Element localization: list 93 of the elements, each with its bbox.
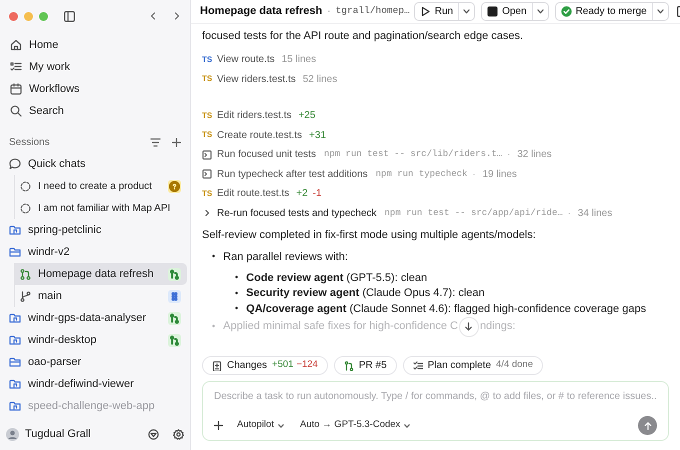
separator-dot: · <box>327 5 331 19</box>
nav-item[interactable]: Workflows <box>8 78 182 100</box>
session-item[interactable]: I need to create a product <box>14 175 187 197</box>
repo-folder-icon <box>9 378 21 390</box>
folder-icon <box>9 356 21 368</box>
repo-folder-icon <box>9 400 21 412</box>
typescript-icon: TS <box>202 110 212 122</box>
tool-step[interactable]: TS View route.ts 15 lines <box>202 50 669 70</box>
checklist-icon <box>412 360 423 370</box>
nav-item[interactable]: Search <box>8 100 182 122</box>
changes-chip[interactable]: Changes +501 −124 <box>202 356 328 375</box>
arrow-down-icon <box>464 322 474 331</box>
repo-folder-icon <box>9 224 21 236</box>
list-item-text: Security review agent (Claude Opus 4.7): clean <box>246 286 485 301</box>
nav-item[interactable]: My work <box>8 56 182 78</box>
tool-step[interactable]: Run typecheck after test additions npm run typecheck · 19 lines <box>202 164 669 184</box>
chevron-down-icon[interactable] <box>656 9 664 14</box>
open-button[interactable]: Open <box>482 3 533 20</box>
dashed-circle-icon <box>20 202 31 214</box>
user-name: Tugdual Grall <box>25 426 92 442</box>
message-text: focused tests for the API route and pagination/search edge cases. <box>202 29 524 43</box>
message-text: Self-review completed in fix-first mode using multiple agents/models: <box>202 228 537 242</box>
session-item[interactable]: Quick chats <box>3 153 187 175</box>
add-icon[interactable] <box>172 138 181 146</box>
typescript-icon: TS <box>202 54 212 66</box>
session-item[interactable]: windr-v2 <box>3 241 187 263</box>
bullet-icon: • <box>212 250 216 264</box>
calendar-icon <box>10 83 22 95</box>
typescript-icon: TS <box>202 188 212 200</box>
task-input-field[interactable]: Describe a task to run autonomously. Type / for commands, @ to add files, or # to reference issues... <box>214 389 657 404</box>
chevron-down-icon[interactable] <box>463 9 470 14</box>
pr-chip[interactable]: PR #5 <box>334 356 397 375</box>
merge-button[interactable]: Ready to merge <box>556 3 653 20</box>
model-dropdown[interactable]: Auto → GPT-5.3-Codex <box>300 418 410 433</box>
typescript-icon: TS <box>202 73 212 86</box>
tool-step[interactable]: TS View riders.test.ts 52 lines <box>202 70 669 89</box>
chat-icon <box>9 158 21 170</box>
repo-folder-icon <box>9 312 21 324</box>
back-icon[interactable] <box>149 12 157 20</box>
tool-step[interactable]: TS Create route.test.ts +31 <box>202 126 669 145</box>
scroll-down-button[interactable] <box>458 316 479 336</box>
session-title: Homepage data refresh <box>200 4 322 20</box>
mode-dropdown[interactable]: Autopilot <box>237 418 284 433</box>
send-button[interactable] <box>638 416 657 435</box>
session-item[interactable]: spring-petclinic <box>3 219 187 241</box>
tool-step[interactable]: Run focused unit tests npm run test -- src/lib/riders.t… · 32 lines <box>202 145 669 164</box>
list-item-text: Ran parallel reviews with: <box>223 250 348 265</box>
session-item[interactable]: oao-parser <box>3 351 187 373</box>
bullet-icon: • <box>212 320 216 334</box>
pull-request-icon <box>20 268 31 280</box>
session-item[interactable]: main <box>14 285 187 307</box>
dashed-circle-icon <box>20 180 31 192</box>
chevron-down-icon[interactable] <box>536 9 544 14</box>
typescript-icon: TS <box>202 129 212 142</box>
section-heading: Sessions <box>9 136 51 150</box>
repo-folder-icon <box>9 334 21 346</box>
session-item[interactable]: windr-defiwind-viewer <box>3 373 187 395</box>
list-item-text: QA/coverage agent (Claude Sonnet 4.6): flagged high-confidence coverage gaps <box>246 302 646 316</box>
chevron-down-icon <box>278 424 284 428</box>
tool-step[interactable]: TS Edit route.test.ts +2 -1 <box>202 184 669 204</box>
chevron-down-icon <box>404 424 410 428</box>
plan-chip[interactable]: Plan complete 4/4 done <box>402 356 543 375</box>
tool-step[interactable]: TS Edit riders.test.ts +25 <box>202 106 669 126</box>
bullet-icon: • <box>235 302 238 316</box>
nav-item[interactable]: Home <box>8 34 182 56</box>
forward-icon[interactable] <box>173 12 181 20</box>
document-icon <box>212 360 222 370</box>
folder-icon <box>9 246 21 258</box>
arrow-up-icon <box>644 422 652 430</box>
home-icon <box>10 39 22 51</box>
add-icon[interactable] <box>214 421 223 430</box>
bullet-icon: • <box>235 286 238 300</box>
tool-step[interactable]: Re-run focused tests and typecheck npm run test -- src/app/api/ride… · 34 lines <box>202 204 669 223</box>
session-item[interactable]: windr-gps-data-analyser <box>3 307 187 329</box>
checklist-icon <box>10 61 22 73</box>
check-circle-icon <box>560 6 572 17</box>
list-item-text: Code review agent (GPT-5.5): clean <box>246 270 428 286</box>
pull-request-icon <box>344 360 354 370</box>
settings-icon[interactable] <box>173 428 184 440</box>
session-item[interactable]: windr-desktop <box>3 329 187 351</box>
bullet-icon: • <box>235 271 238 284</box>
avatar-icon[interactable] <box>6 428 19 440</box>
branch-icon <box>20 290 31 302</box>
session-item[interactable]: Homepage data refresh <box>14 263 187 285</box>
list-item-text: ndings: <box>480 319 516 334</box>
session-item[interactable]: I am not familiar with Map API <box>14 197 187 219</box>
list-item-text: Applied minimal safe fixes for high-confidence C <box>223 319 458 334</box>
branch-name: tgrall/homep… <box>336 4 410 18</box>
filter-icon[interactable] <box>150 138 161 146</box>
run-button[interactable]: Run <box>414 3 460 20</box>
play-icon <box>420 6 431 17</box>
search-icon <box>10 105 22 117</box>
sidebar-toggle-icon[interactable] <box>64 10 75 22</box>
